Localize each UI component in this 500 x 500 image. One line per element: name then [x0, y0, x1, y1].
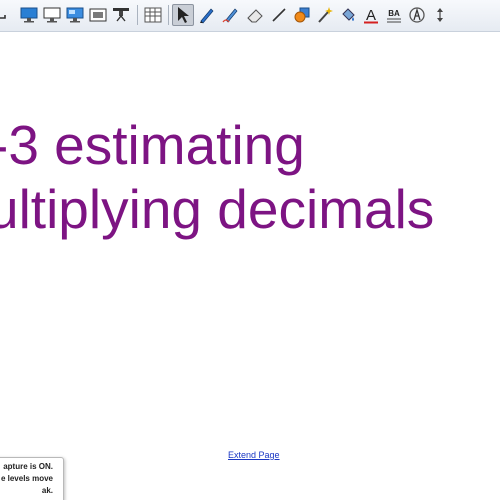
toolbar-separator: [168, 5, 169, 25]
notebook-page[interactable]: -3 estimating ultiplying decimals: [0, 32, 500, 500]
line-icon[interactable]: [268, 4, 290, 26]
properties-icon[interactable]: [406, 4, 428, 26]
screen-capture-icon[interactable]: [87, 4, 109, 26]
undo-icon[interactable]: [0, 4, 10, 26]
svg-text:BA: BA: [388, 9, 400, 18]
capture-notice-popup: apture is ON. e levels move ak.: [0, 457, 64, 500]
notice-line: e levels move: [0, 474, 53, 483]
extend-page-link[interactable]: Extend Page: [228, 450, 280, 460]
page-title-line-2: ultiplying decimals: [0, 178, 435, 240]
svg-text:A: A: [366, 7, 376, 24]
eraser-icon[interactable]: [244, 4, 266, 26]
monitor-display-icon[interactable]: [64, 4, 86, 26]
shapes-icon[interactable]: [291, 4, 313, 26]
text-icon[interactable]: A: [360, 4, 382, 26]
fill-icon[interactable]: [337, 4, 359, 26]
projector-icon[interactable]: [110, 4, 132, 26]
move-toolbar-icon[interactable]: [429, 4, 451, 26]
magic-pen-icon[interactable]: [314, 4, 336, 26]
monitor-icon[interactable]: [18, 4, 40, 26]
notice-line: ak.: [41, 486, 53, 495]
main-toolbar: A BA: [0, 0, 500, 32]
page-title-line-1: -3 estimating: [0, 114, 305, 176]
monitor-screen-icon[interactable]: [41, 4, 63, 26]
notice-line: apture is ON.: [3, 462, 53, 471]
pen-icon[interactable]: [196, 4, 218, 26]
creative-pen-icon[interactable]: [220, 4, 242, 26]
toolbar-separator: [137, 5, 138, 25]
select-arrow-icon[interactable]: [172, 4, 194, 26]
notebook-window: A BA -3 estimating ultiplying decimals E…: [0, 0, 500, 500]
text-format-icon[interactable]: BA: [383, 4, 405, 26]
table-icon[interactable]: [142, 4, 164, 26]
